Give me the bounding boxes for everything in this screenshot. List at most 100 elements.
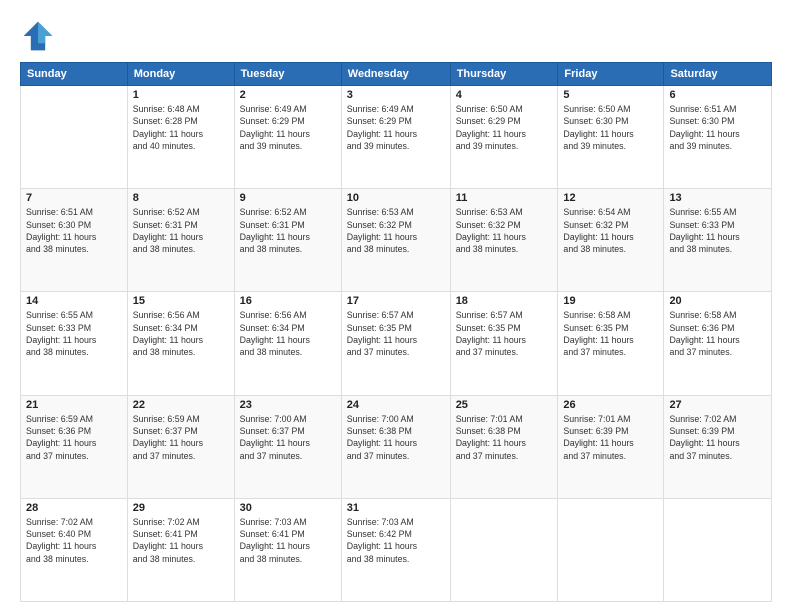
day-detail: Sunrise: 6:57 AMSunset: 6:35 PMDaylight:…	[456, 309, 553, 358]
calendar-cell: 29Sunrise: 7:02 AMSunset: 6:41 PMDayligh…	[127, 498, 234, 601]
day-detail: Sunrise: 6:53 AMSunset: 6:32 PMDaylight:…	[347, 206, 445, 255]
day-header-thursday: Thursday	[450, 63, 558, 86]
day-detail: Sunrise: 7:01 AMSunset: 6:39 PMDaylight:…	[563, 413, 658, 462]
day-number: 19	[563, 295, 658, 307]
day-header-tuesday: Tuesday	[234, 63, 341, 86]
calendar-cell: 7 Sunrise: 6:51 AMSunset: 6:30 PMDaylight…	[21, 189, 128, 292]
calendar-cell: 23Sunrise: 7:00 AMSunset: 6:37 PMDayligh…	[234, 395, 341, 498]
day-detail: Sunrise: 7:02 AMSunset: 6:40 PMDaylight:…	[26, 516, 122, 565]
day-number: 31	[347, 502, 445, 514]
day-number: 22	[133, 399, 229, 411]
day-detail: Sunrise: 6:59 AMSunset: 6:36 PMDaylight:…	[26, 413, 122, 462]
day-detail: Sunrise: 6:51 AMSunset: 6:30 PMDaylight:…	[26, 206, 122, 255]
calendar-cell: 14Sunrise: 6:55 AMSunset: 6:33 PMDayligh…	[21, 292, 128, 395]
day-detail: Sunrise: 6:52 AMSunset: 6:31 PMDaylight:…	[240, 206, 336, 255]
calendar-cell: 31 Sunrise: 7:03 AMSunset: 6:42 PMDayligh…	[341, 498, 450, 601]
day-number: 29	[133, 502, 229, 514]
day-header-sunday: Sunday	[21, 63, 128, 86]
day-header-saturday: Saturday	[664, 63, 772, 86]
calendar-cell	[664, 498, 772, 601]
page: SundayMondayTuesdayWednesdayThursdayFrid…	[0, 0, 792, 612]
calendar-cell: 11 Sunrise: 6:53 AMSunset: 6:32 PMDayligh…	[450, 189, 558, 292]
week-row-1: 1 Sunrise: 6:48 AMSunset: 6:28 PMDaylight…	[21, 86, 772, 189]
day-number: 17	[347, 295, 445, 307]
calendar-cell: 28Sunrise: 7:02 AMSunset: 6:40 PMDayligh…	[21, 498, 128, 601]
day-number: 7	[26, 192, 122, 204]
logo	[20, 18, 60, 54]
calendar-cell: 4 Sunrise: 6:50 AMSunset: 6:29 PMDaylight…	[450, 86, 558, 189]
day-header-friday: Friday	[558, 63, 664, 86]
calendar-cell	[558, 498, 664, 601]
day-number: 21	[26, 399, 122, 411]
day-detail: Sunrise: 6:50 AMSunset: 6:29 PMDaylight:…	[456, 103, 553, 152]
day-number: 1	[133, 89, 229, 101]
day-number: 5	[563, 89, 658, 101]
day-number: 24	[347, 399, 445, 411]
calendar-cell: 15Sunrise: 6:56 AMSunset: 6:34 PMDayligh…	[127, 292, 234, 395]
calendar-cell: 9 Sunrise: 6:52 AMSunset: 6:31 PMDaylight…	[234, 189, 341, 292]
calendar-cell: 26 Sunrise: 7:01 AMSunset: 6:39 PMDayligh…	[558, 395, 664, 498]
day-detail: Sunrise: 6:49 AMSunset: 6:29 PMDaylight:…	[240, 103, 336, 152]
calendar-cell: 19Sunrise: 6:58 AMSunset: 6:35 PMDayligh…	[558, 292, 664, 395]
day-detail: Sunrise: 6:48 AMSunset: 6:28 PMDaylight:…	[133, 103, 229, 152]
calendar-cell: 24 Sunrise: 7:00 AMSunset: 6:38 PMDayligh…	[341, 395, 450, 498]
header	[20, 18, 772, 54]
day-number: 13	[669, 192, 766, 204]
day-detail: Sunrise: 7:02 AMSunset: 6:39 PMDaylight:…	[669, 413, 766, 462]
day-detail: Sunrise: 6:52 AMSunset: 6:31 PMDaylight:…	[133, 206, 229, 255]
day-number: 6	[669, 89, 766, 101]
calendar-cell: 17Sunrise: 6:57 AMSunset: 6:35 PMDayligh…	[341, 292, 450, 395]
day-detail: Sunrise: 7:03 AMSunset: 6:42 PMDaylight:…	[347, 516, 445, 565]
calendar-cell: 18Sunrise: 6:57 AMSunset: 6:35 PMDayligh…	[450, 292, 558, 395]
day-detail: Sunrise: 6:51 AMSunset: 6:30 PMDaylight:…	[669, 103, 766, 152]
calendar-cell: 6 Sunrise: 6:51 AMSunset: 6:30 PMDaylight…	[664, 86, 772, 189]
day-number: 25	[456, 399, 553, 411]
calendar-cell: 1 Sunrise: 6:48 AMSunset: 6:28 PMDaylight…	[127, 86, 234, 189]
day-number: 26	[563, 399, 658, 411]
day-detail: Sunrise: 6:53 AMSunset: 6:32 PMDaylight:…	[456, 206, 553, 255]
calendar-cell: 10Sunrise: 6:53 AMSunset: 6:32 PMDayligh…	[341, 189, 450, 292]
day-number: 9	[240, 192, 336, 204]
day-detail: Sunrise: 6:55 AMSunset: 6:33 PMDaylight:…	[669, 206, 766, 255]
day-detail: Sunrise: 6:56 AMSunset: 6:34 PMDaylight:…	[240, 309, 336, 358]
calendar-cell: 22 Sunrise: 6:59 AMSunset: 6:37 PMDayligh…	[127, 395, 234, 498]
day-number: 30	[240, 502, 336, 514]
day-detail: Sunrise: 7:01 AMSunset: 6:38 PMDaylight:…	[456, 413, 553, 462]
calendar-cell: 12Sunrise: 6:54 AMSunset: 6:32 PMDayligh…	[558, 189, 664, 292]
calendar-header: SundayMondayTuesdayWednesdayThursdayFrid…	[21, 63, 772, 86]
calendar-cell	[450, 498, 558, 601]
week-row-5: 28Sunrise: 7:02 AMSunset: 6:40 PMDayligh…	[21, 498, 772, 601]
day-number: 11	[456, 192, 553, 204]
calendar-table: SundayMondayTuesdayWednesdayThursdayFrid…	[20, 62, 772, 602]
calendar-cell: 3 Sunrise: 6:49 AMSunset: 6:29 PMDaylight…	[341, 86, 450, 189]
calendar-cell: 13 Sunrise: 6:55 AMSunset: 6:33 PMDayligh…	[664, 189, 772, 292]
calendar-cell: 16 Sunrise: 6:56 AMSunset: 6:34 PMDayligh…	[234, 292, 341, 395]
day-number: 23	[240, 399, 336, 411]
day-detail: Sunrise: 6:49 AMSunset: 6:29 PMDaylight:…	[347, 103, 445, 152]
day-number: 8	[133, 192, 229, 204]
day-detail: Sunrise: 6:59 AMSunset: 6:37 PMDaylight:…	[133, 413, 229, 462]
calendar-cell: 20Sunrise: 6:58 AMSunset: 6:36 PMDayligh…	[664, 292, 772, 395]
calendar-body: 1 Sunrise: 6:48 AMSunset: 6:28 PMDaylight…	[21, 86, 772, 602]
day-number: 4	[456, 89, 553, 101]
calendar-cell: 21 Sunrise: 6:59 AMSunset: 6:36 PMDayligh…	[21, 395, 128, 498]
week-row-4: 21 Sunrise: 6:59 AMSunset: 6:36 PMDayligh…	[21, 395, 772, 498]
day-header-monday: Monday	[127, 63, 234, 86]
calendar-cell: 2 Sunrise: 6:49 AMSunset: 6:29 PMDaylight…	[234, 86, 341, 189]
day-number: 16	[240, 295, 336, 307]
week-row-2: 7 Sunrise: 6:51 AMSunset: 6:30 PMDaylight…	[21, 189, 772, 292]
day-number: 20	[669, 295, 766, 307]
calendar-cell: 5Sunrise: 6:50 AMSunset: 6:30 PMDaylight…	[558, 86, 664, 189]
day-header-wednesday: Wednesday	[341, 63, 450, 86]
days-of-week-row: SundayMondayTuesdayWednesdayThursdayFrid…	[21, 63, 772, 86]
day-number: 27	[669, 399, 766, 411]
day-number: 15	[133, 295, 229, 307]
day-detail: Sunrise: 6:54 AMSunset: 6:32 PMDaylight:…	[563, 206, 658, 255]
logo-icon	[20, 18, 56, 54]
day-detail: Sunrise: 7:03 AMSunset: 6:41 PMDaylight:…	[240, 516, 336, 565]
day-number: 2	[240, 89, 336, 101]
day-number: 3	[347, 89, 445, 101]
calendar-cell: 30 Sunrise: 7:03 AMSunset: 6:41 PMDayligh…	[234, 498, 341, 601]
calendar-cell: 8 Sunrise: 6:52 AMSunset: 6:31 PMDaylight…	[127, 189, 234, 292]
day-detail: Sunrise: 7:00 AMSunset: 6:38 PMDaylight:…	[347, 413, 445, 462]
